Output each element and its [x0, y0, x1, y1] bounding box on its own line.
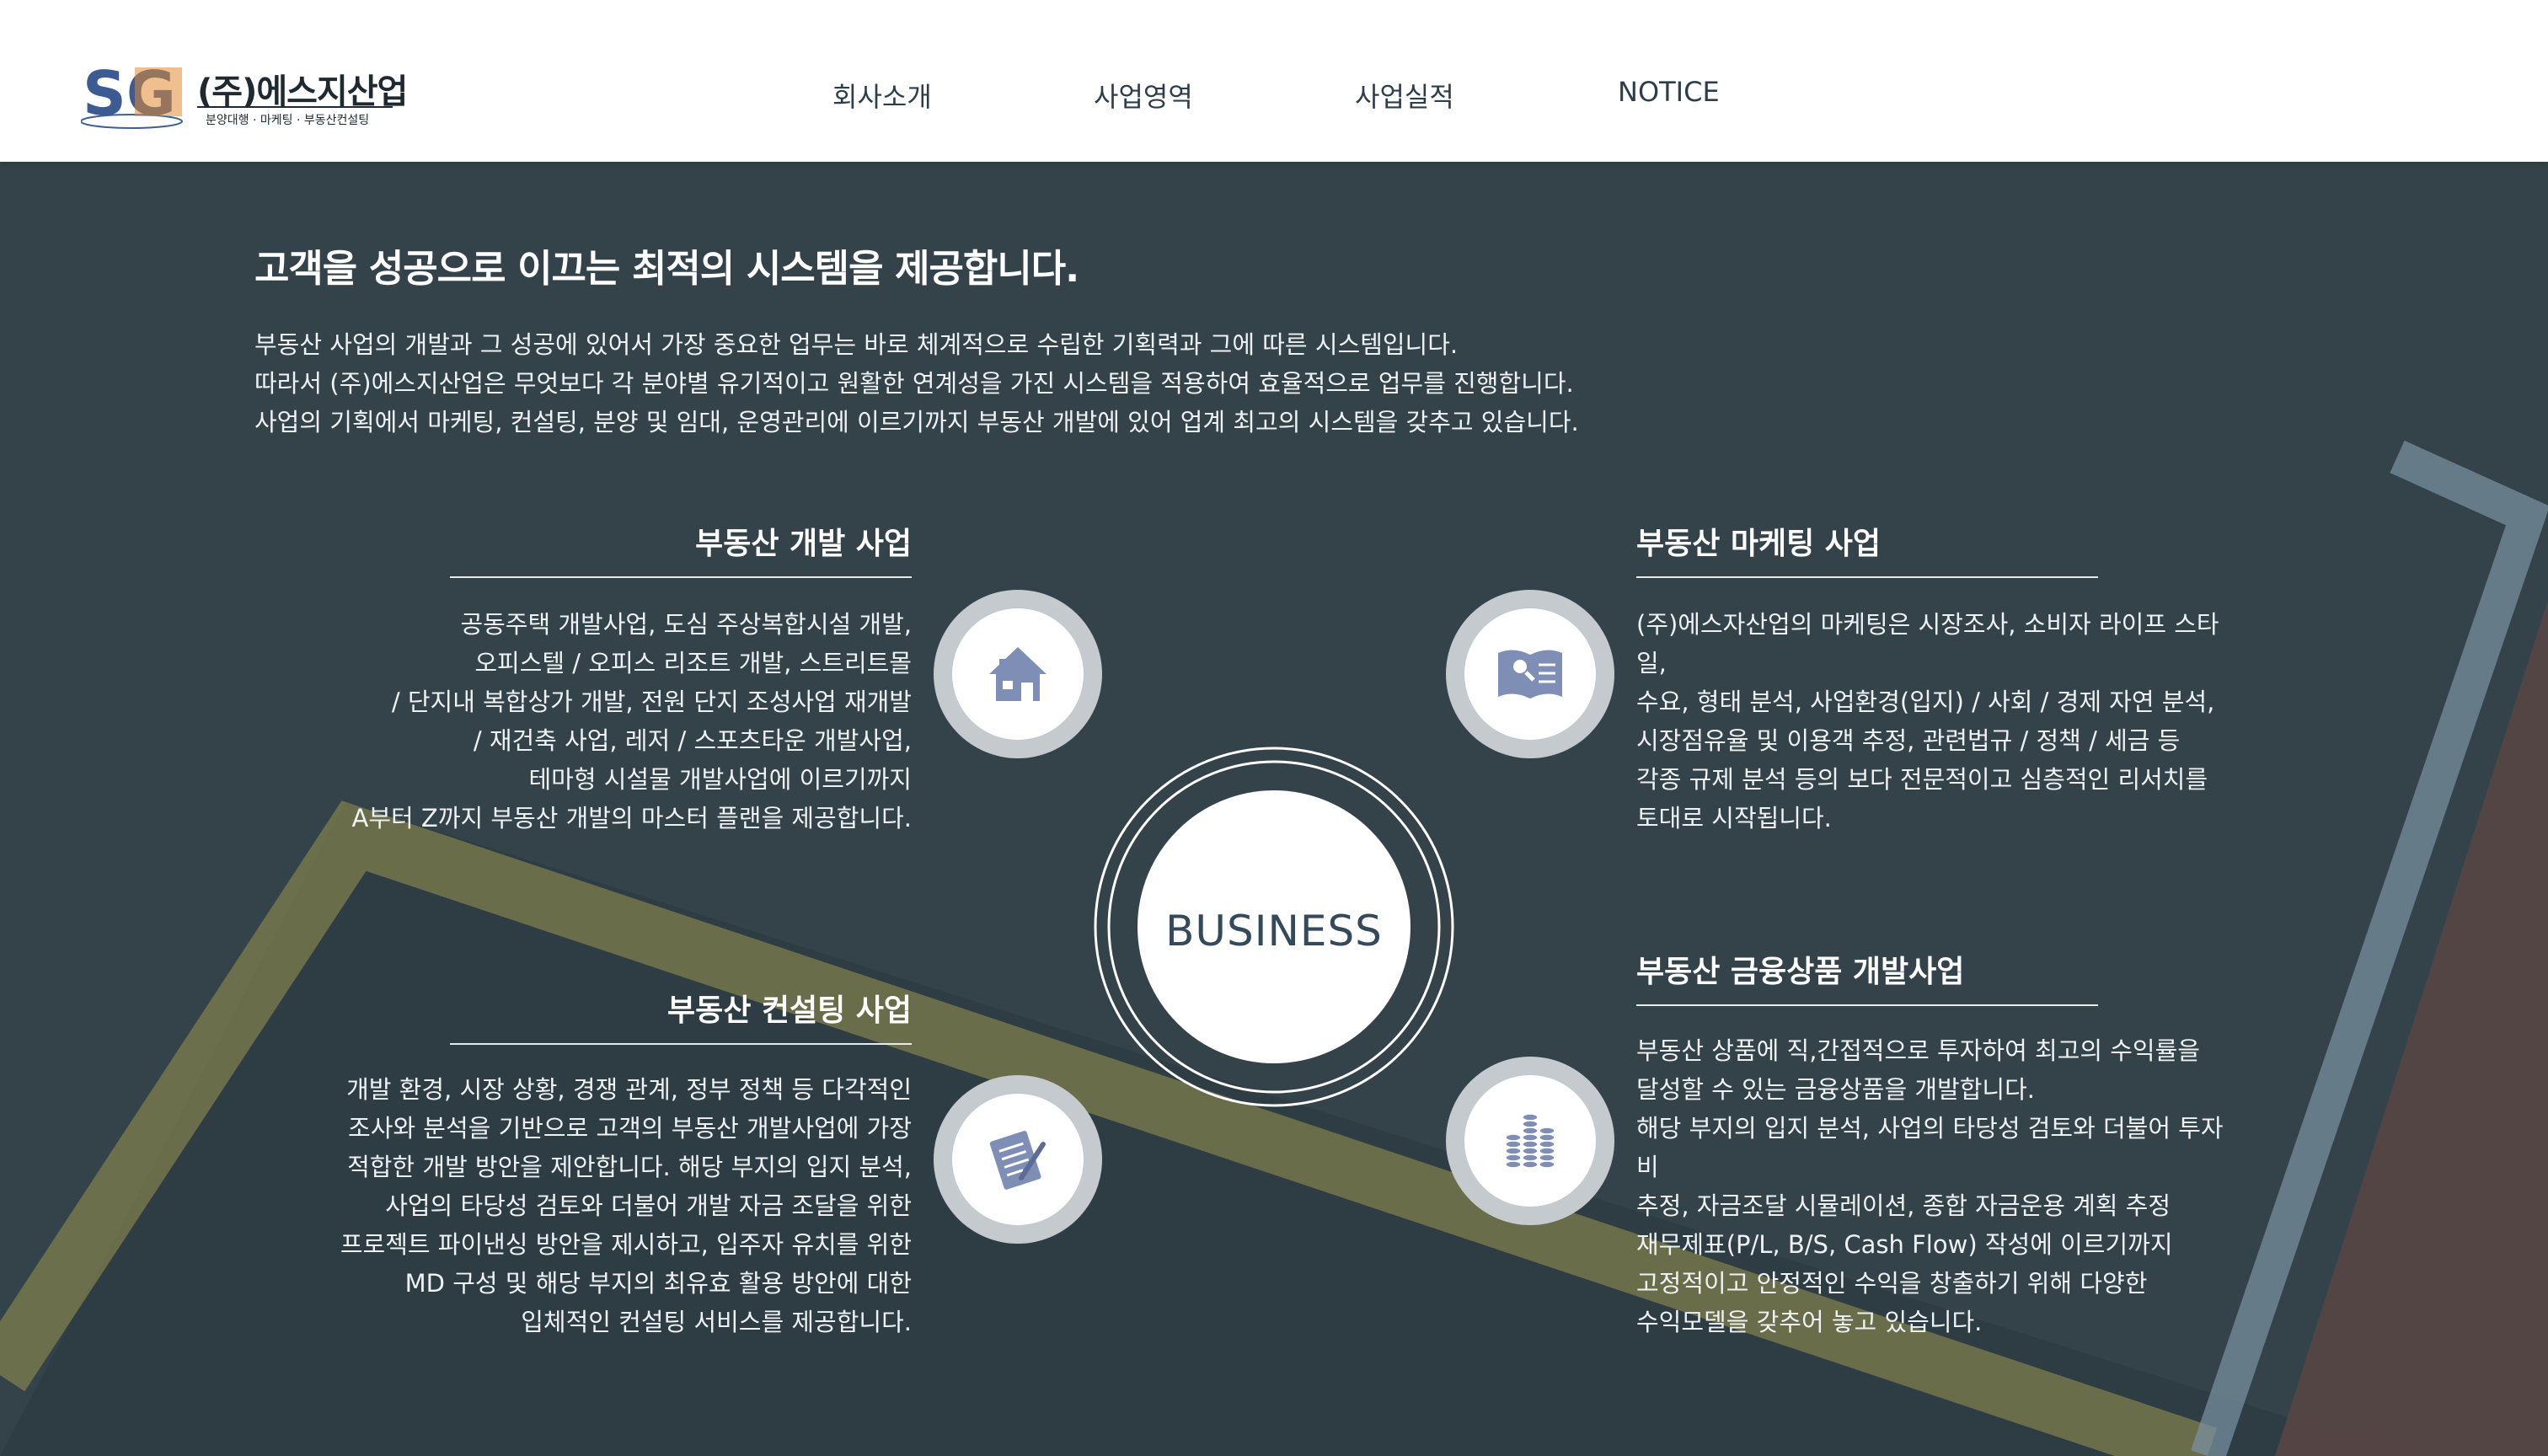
company-tagline: 분양대행 · 마케팅 · 부동산컨설팅: [206, 114, 370, 127]
development-icon-badge: [934, 590, 1102, 758]
consulting-rule: [450, 1043, 912, 1045]
consulting-line: 사업의 타당성 검토와 더불어 개발 자금 조달을 위한: [385, 1191, 912, 1220]
nav-notice[interactable]: NOTICE: [1618, 76, 1720, 108]
consulting-line: 조사와 분석을 기반으로 고객의 부동산 개발사업에 가장: [348, 1114, 912, 1143]
development-line: 공동주택 개발사업, 도심 주상복합시설 개발,: [460, 610, 912, 639]
nav-company[interactable]: 회사소개: [832, 76, 932, 115]
nav-business[interactable]: 사업영역: [1094, 76, 1193, 115]
finance-line: 고정적이고 안정적인 수익을 창출하기 위해 다양한: [1636, 1269, 2148, 1298]
logo-divider: [197, 106, 393, 108]
marketing-line: 각종 규제 분석 등의 보다 전문적이고 심층적인 리서치를: [1636, 765, 2208, 794]
house-icon: [989, 647, 1046, 701]
consulting-icon-badge: [934, 1075, 1102, 1244]
development-title: 부동산 개발 사업: [695, 527, 912, 561]
marketing-line: 일,: [1636, 649, 1667, 677]
company-logo[interactable]: SG (주)에스지산업 분양대행 · 마케팅 · 부동산컨설팅: [81, 54, 408, 138]
marketing-icon-badge: [1446, 590, 1614, 758]
sg-logo-mark: SG: [81, 59, 183, 129]
business-label: BUSINESS: [1165, 907, 1383, 956]
finance-title: 부동산 금융상품 개발사업: [1636, 955, 1965, 989]
development-line: 테마형 시설물 개발사업에 이르기까지: [528, 765, 912, 794]
nav-performance[interactable]: 사업실적: [1355, 76, 1454, 115]
intro-line: 부동산 사업의 개발과 그 성공에 있어서 가장 중요한 업무는 바로 체계적으…: [254, 330, 1459, 359]
marketing-line: 시장점유율 및 이용객 추정, 관련법규 / 정책 / 세금 등: [1636, 726, 2181, 755]
marketing-line: 토대로 시작됩니다.: [1636, 804, 1832, 832]
finance-icon-badge: [1446, 1057, 1614, 1225]
consulting-line: 프로젝트 파이낸싱 방안을 제시하고, 입주자 유치를 위한: [340, 1230, 912, 1259]
intro-line: 따라서 (주)에스지산업은 무엇보다 각 분야별 유기적이고 원활한 연계성을 …: [254, 369, 1574, 398]
finance-line: 재무제표(P/L, B/S, Cash Flow) 작성에 이르기까지: [1636, 1230, 2173, 1259]
consulting-line: MD 구성 및 해당 부지의 최유효 활용 방안에 대한: [404, 1269, 912, 1298]
finance-line: 달성할 수 있는 금융상품을 개발합니다.: [1636, 1075, 2035, 1104]
finance-line: 수익모델을 갖추어 놓고 있습니다.: [1636, 1308, 1983, 1336]
consulting-line: 입체적인 컨설팅 서비스를 제공합니다.: [521, 1308, 912, 1336]
document-pen-icon: [989, 1131, 1046, 1190]
finance-rule: [1636, 1004, 2098, 1006]
development-rule: [450, 576, 912, 578]
finance-line: 추정, 자금조달 시뮬레이션, 종합 자금운용 계획 추정: [1636, 1191, 2171, 1220]
finance-line: 해당 부지의 입지 분석, 사업의 타당성 검토와 더불어 투자: [1636, 1114, 2224, 1143]
consulting-title: 부동산 컨설팅 사업: [666, 993, 912, 1028]
business-section: 고객을 성공으로 이끄는 최적의 시스템을 제공합니다. 부동산 사업의 개발과…: [0, 0, 2548, 1456]
book-search-icon: [1498, 650, 1562, 699]
development-line: A부터 Z까지 부동산 개발의 마스터 플랜을 제공합니다.: [351, 804, 912, 832]
marketing-title: 부동산 마케팅 사업: [1636, 527, 1882, 561]
finance-line: 부동산 상품에 직,간접적으로 투자하여 최고의 수익률을: [1636, 1036, 2200, 1065]
finance-line: 비: [1636, 1153, 1659, 1181]
development-line: 오피스텔 / 오피스 리조트 개발, 스트리트몰: [474, 649, 912, 677]
section-headline: 고객을 성공으로 이끄는 최적의 시스템을 제공합니다.: [254, 246, 1079, 291]
consulting-line: 개발 환경, 시장 상황, 경쟁 관계, 정부 정책 등 다각적인: [346, 1075, 912, 1104]
marketing-line: (주)에스자산업의 마케팅은 시장조사, 소비자 라이프 스타: [1636, 610, 2219, 639]
consulting-line: 적합한 개발 방안을 제안합니다. 해당 부지의 입지 분석,: [347, 1153, 912, 1181]
marketing-rule: [1636, 576, 2098, 578]
site-header: SG (주)에스지산업 분양대행 · 마케팅 · 부동산컨설팅 회사소개 사업영…: [0, 0, 2548, 162]
coin-stacks-icon: [1505, 1113, 1555, 1169]
intro-line: 사업의 기획에서 마케팅, 컨설팅, 분양 및 임대, 운영관리에 이르기까지 …: [254, 408, 1579, 436]
development-line: / 재건축 사업, 레저 / 스포츠타운 개발사업,: [473, 726, 912, 755]
development-line: / 단지내 복합상가 개발, 전원 단지 조성사업 재개발: [391, 688, 912, 716]
marketing-line: 수요, 형태 분석, 사업환경(입지) / 사회 / 경제 자연 분석,: [1636, 688, 2215, 716]
